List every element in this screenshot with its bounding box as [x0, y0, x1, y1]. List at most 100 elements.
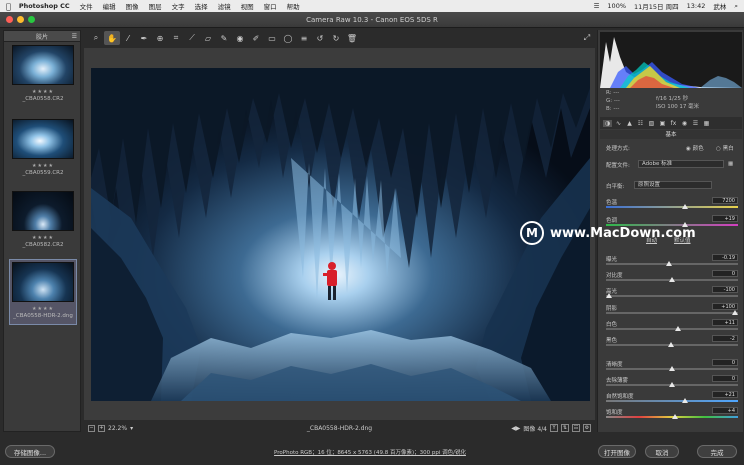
slider-value-input[interactable]: 0 — [712, 359, 738, 366]
crop-icon[interactable]: ⌗ — [168, 31, 184, 45]
cancel-button[interactable]: 取消 — [645, 445, 679, 458]
graduated-filter-icon[interactable]: ▭ — [264, 31, 280, 45]
slider-value-input[interactable]: -0.19 — [712, 254, 738, 261]
menu-image[interactable]: 图像 — [126, 1, 139, 11]
filmstrip-item-selected[interactable]: ★★★★ _CBA0558-HDR-2.dng — [9, 259, 77, 325]
trash-icon[interactable]: 🗑 — [344, 31, 360, 45]
slider-track[interactable] — [606, 400, 738, 402]
spot-removal-icon[interactable]: ✎ — [216, 31, 232, 45]
rating-stars[interactable]: ★★★★ — [10, 306, 76, 312]
swap-settings-icon[interactable]: ⇅ — [561, 424, 569, 432]
thumbnail-image[interactable] — [12, 45, 74, 85]
minimize-window-button[interactable] — [17, 16, 24, 23]
image-preview[interactable] — [91, 68, 590, 401]
preferences-icon[interactable]: ≡ — [296, 31, 312, 45]
slider-thumb[interactable] — [606, 293, 612, 298]
menu-view[interactable]: 视图 — [241, 1, 254, 11]
apple-menu-icon[interactable]:  — [6, 2, 11, 11]
slider-value-input[interactable]: +11 — [712, 319, 738, 326]
copy-settings-icon[interactable]: ☷ — [572, 424, 580, 432]
split-toning-tab-icon[interactable]: ▧ — [647, 120, 656, 127]
adjustment-brush-icon[interactable]: ✐ — [248, 31, 264, 45]
menu-edit[interactable]: 编辑 — [103, 1, 116, 11]
slider-track[interactable] — [606, 206, 738, 208]
zoom-window-button[interactable] — [28, 16, 35, 23]
menu-layer[interactable]: 图层 — [149, 1, 162, 11]
color-sampler-icon[interactable]: ✒ — [136, 31, 152, 45]
rating-stars[interactable]: ★★★★ — [10, 235, 76, 241]
snapshots-tab-icon[interactable]: ▦ — [702, 120, 711, 127]
date-label[interactable]: 11月15日 周四 — [634, 1, 679, 11]
menu-window[interactable]: 窗口 — [264, 1, 277, 11]
basic-tab-icon[interactable]: ◑ — [603, 119, 612, 127]
slider-thumb[interactable] — [669, 277, 675, 282]
white-balance-icon[interactable]: ⁄ — [120, 31, 136, 45]
hand-icon[interactable]: ✋ — [104, 31, 120, 45]
slider-thumb[interactable] — [681, 398, 688, 403]
filmstrip-item[interactable]: ★★★★ _CBA0582.CR2 — [10, 191, 76, 248]
workflow-options-link[interactable]: ProPhoto RGB；16 位；8645 x 5763 (49.8 百万像素… — [200, 448, 540, 456]
menu-select[interactable]: 选择 — [195, 1, 208, 11]
red-eye-icon[interactable]: ◉ — [232, 31, 248, 45]
slider-value-input[interactable]: +4 — [712, 407, 738, 414]
slider-thumb[interactable] — [669, 366, 675, 371]
battery-label[interactable]: 100% — [607, 2, 626, 10]
user-label[interactable]: 武林 — [713, 1, 726, 11]
app-menu[interactable]: Photoshop CC — [19, 2, 70, 10]
slider-value-input[interactable]: -2 — [712, 335, 738, 342]
slider-value-input[interactable]: 7200 — [712, 197, 738, 204]
rating-stars[interactable]: ★★★★ — [10, 89, 76, 95]
profile-select[interactable]: Adobe 标准 — [638, 160, 724, 168]
close-window-button[interactable] — [6, 16, 13, 23]
tone-curve-tab-icon[interactable]: ∿ — [614, 120, 623, 127]
calibration-tab-icon[interactable]: ◉ — [680, 120, 689, 127]
lens-tab-icon[interactable]: ▣ — [658, 120, 667, 127]
slider-value-input[interactable]: +19 — [712, 215, 738, 222]
menu-filter[interactable]: 滤镜 — [218, 1, 231, 11]
process-bw-radio[interactable]: ○ 黑白 — [716, 144, 734, 152]
slider-thumb[interactable] — [667, 342, 674, 347]
thumbnail-image[interactable] — [12, 262, 74, 302]
slider-thumb[interactable] — [681, 204, 688, 209]
radial-filter-icon[interactable]: ◯ — [280, 31, 296, 45]
before-after-icon[interactable]: Y — [550, 424, 558, 432]
presets-tab-icon[interactable]: ☰ — [691, 120, 700, 127]
filmstrip-item[interactable]: ★★★★ _CBA0558.CR2 — [10, 45, 76, 102]
straighten-icon[interactable]: ⟋ — [184, 31, 200, 45]
hsl-tab-icon[interactable]: ☷ — [636, 120, 645, 127]
slider-value-input[interactable]: -100 — [712, 286, 738, 293]
menu-help[interactable]: 帮助 — [287, 1, 300, 11]
slider-thumb[interactable] — [669, 382, 675, 387]
done-button[interactable]: 完成 — [697, 445, 737, 458]
target-adjust-icon[interactable]: ⊕ — [152, 31, 168, 45]
toggle-settings-icon[interactable]: ⚙ — [583, 424, 591, 432]
slider-track[interactable] — [606, 328, 738, 330]
menu-file[interactable]: 文件 — [80, 1, 93, 11]
detail-tab-icon[interactable]: ▲ — [625, 120, 634, 127]
slider-value-input[interactable]: +100 — [712, 303, 738, 310]
prev-next-icon[interactable]: ◀▶ — [511, 425, 520, 432]
wb-select[interactable]: 原照设置 — [634, 181, 712, 189]
thumbnail-image[interactable] — [12, 119, 74, 159]
profile-browser-icon[interactable]: ▦ — [728, 161, 733, 167]
filmstrip-menu-icon[interactable]: ☰ — [72, 33, 77, 40]
save-image-button[interactable]: 存储图像... — [5, 445, 55, 458]
open-image-button[interactable]: 打开图像 — [598, 445, 636, 458]
fx-tab-icon[interactable]: fx — [669, 120, 678, 127]
process-color-radio[interactable]: ◉ 颜色 — [686, 144, 704, 152]
slider-value-input[interactable]: 0 — [712, 375, 738, 382]
filmstrip-item[interactable]: ★★★★ _CBA0559.CR2 — [10, 119, 76, 176]
time-label[interactable]: 13:42 — [687, 2, 706, 10]
thumbnail-image[interactable] — [12, 191, 74, 231]
slider-value-input[interactable]: +21 — [712, 391, 738, 398]
wifi-icon[interactable]: ☰ — [594, 2, 600, 10]
zoom-icon[interactable]: ⌕ — [88, 31, 104, 45]
slider-value-input[interactable]: 0 — [712, 270, 738, 277]
rotate-cw-icon[interactable]: ↻ — [328, 31, 344, 45]
slider-thumb[interactable] — [732, 310, 738, 315]
slider-track[interactable] — [606, 312, 738, 314]
spotlight-icon[interactable]: ⌕ — [734, 2, 738, 11]
slider-thumb[interactable] — [666, 261, 673, 266]
rotate-ccw-icon[interactable]: ↺ — [312, 31, 328, 45]
slider-track[interactable] — [606, 295, 738, 297]
